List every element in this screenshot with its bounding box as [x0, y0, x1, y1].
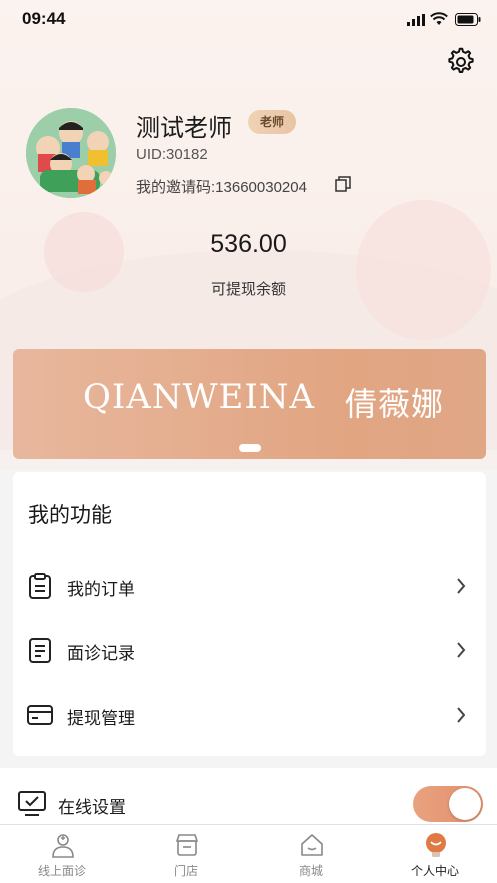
- copy-invite-button[interactable]: [334, 175, 352, 193]
- functions-panel: 我的功能 我的订单 面诊记录 提现管理: [13, 472, 486, 756]
- tab-mall[interactable]: 商城: [249, 825, 373, 883]
- functions-title: 我的功能: [28, 504, 112, 527]
- avatar[interactable]: [26, 108, 116, 198]
- battery-icon: [455, 13, 481, 26]
- menu-item-consultation-records[interactable]: 面诊记录: [13, 625, 486, 675]
- tab-label: 商城: [298, 864, 323, 878]
- brand-logo-cn: 倩薇娜: [345, 386, 445, 422]
- role-badge: 老师: [248, 110, 296, 134]
- avatar-image: [26, 108, 116, 198]
- chevron-right-icon: [457, 578, 466, 594]
- home-icon: [301, 834, 323, 856]
- tab-store[interactable]: 门店: [124, 825, 248, 883]
- online-setting-row: 在线设置: [0, 768, 497, 828]
- tab-personal-center[interactable]: 个人中心: [373, 825, 497, 883]
- doctor-icon: [52, 834, 74, 858]
- tab-label: 门店: [173, 864, 198, 878]
- invite-code: 我的邀请码:13660030204: [136, 179, 307, 196]
- online-setting-label: 在线设置: [58, 798, 126, 817]
- document-icon: [29, 638, 51, 663]
- status-time: 09:44: [22, 9, 66, 28]
- brand-logo-en: QIANWEINA: [83, 377, 316, 417]
- menu-item-label: 我的订单: [67, 580, 135, 599]
- balance-amount[interactable]: 536.00: [0, 230, 497, 259]
- profile-uid: UID:30182: [136, 146, 208, 163]
- gear-icon: [448, 47, 474, 74]
- online-toggle[interactable]: [413, 786, 483, 822]
- wallet-icon: [27, 705, 53, 725]
- promo-banner[interactable]: QIANWEINA 倩薇娜: [13, 349, 486, 459]
- carousel-indicator: [239, 444, 261, 452]
- tab-bar: 线上面诊 门店 商城 个人中心: [0, 824, 497, 883]
- status-bar: 09:44: [0, 0, 497, 40]
- toggle-knob: [449, 788, 481, 820]
- monitor-check-icon: [18, 791, 46, 816]
- clipboard-icon: [29, 573, 51, 599]
- menu-item-orders[interactable]: 我的订单: [13, 561, 486, 611]
- decor-circle: [356, 200, 491, 340]
- tab-label: 个人中心: [410, 864, 459, 878]
- signal-icon: [407, 14, 425, 26]
- wifi-icon: [430, 12, 448, 25]
- balance-label: 可提现余额: [210, 281, 286, 298]
- settings-button[interactable]: [446, 47, 476, 77]
- menu-item-label: 提现管理: [67, 709, 135, 728]
- chevron-right-icon: [457, 707, 466, 723]
- store-icon: [175, 834, 199, 856]
- chevron-right-icon: [457, 642, 466, 658]
- tab-online-consultation[interactable]: 线上面诊: [0, 825, 124, 883]
- tab-label: 线上面诊: [37, 864, 86, 878]
- copy-icon: [335, 176, 351, 192]
- user-center-icon: [426, 833, 446, 857]
- menu-item-withdraw-management[interactable]: 提现管理: [13, 690, 486, 740]
- menu-item-label: 面诊记录: [67, 644, 135, 663]
- profile-name: 测试老师: [136, 115, 232, 142]
